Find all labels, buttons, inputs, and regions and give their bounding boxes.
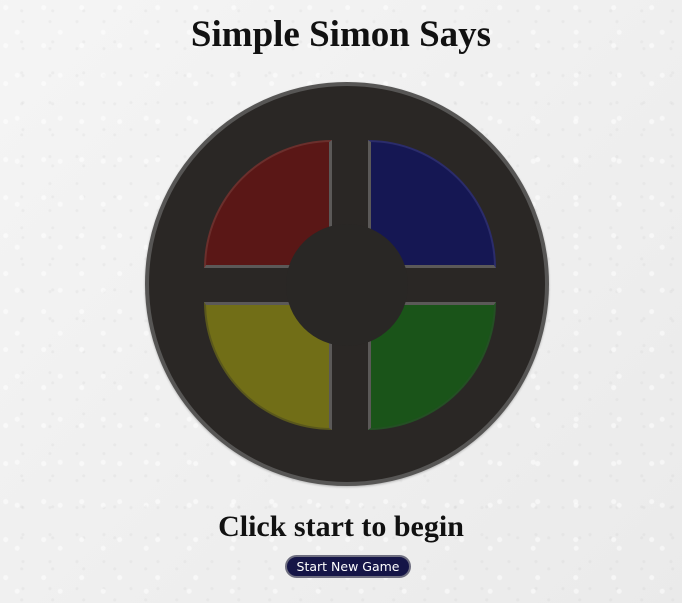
simon-board: [145, 82, 549, 486]
page-title: Simple Simon Says: [190, 14, 492, 55]
game-status: Click start to begin: [218, 510, 464, 543]
center-hub: [286, 224, 408, 346]
start-new-game-button[interactable]: Start New Game: [285, 555, 411, 578]
